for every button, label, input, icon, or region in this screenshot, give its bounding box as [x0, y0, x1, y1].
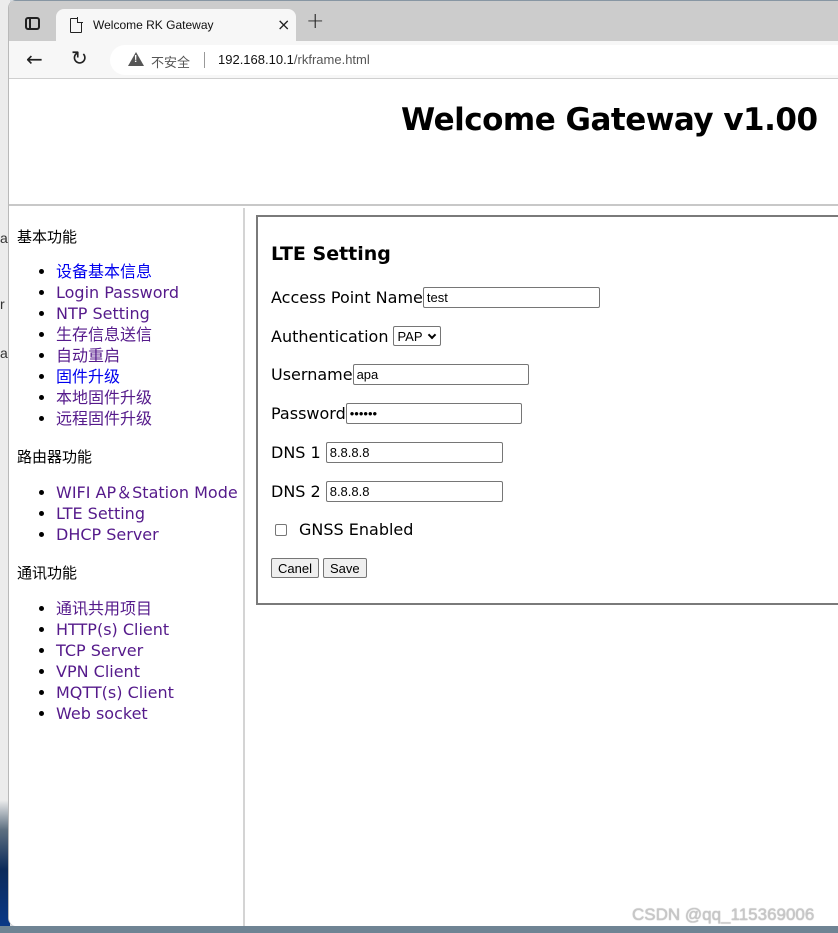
username-row: Username: [271, 364, 529, 385]
sidebar-item-heartbeat[interactable]: 生存信息送信: [56, 325, 152, 344]
password-label: Password: [271, 404, 346, 423]
taskbar-strip: [0, 926, 838, 933]
list-item: 远程固件升级: [56, 408, 179, 429]
watermark: CSDN @qq_115369006: [632, 905, 815, 924]
address-bar[interactable]: 不安全 192.168.10.1/rkframe.html: [110, 45, 838, 75]
browser-toolbar: ← ↻ 不安全 192.168.10.1/rkframe.html: [9, 41, 838, 79]
sidebar-frame: 基本功能 设备基本信息 Login Password NTP Setting 生…: [9, 208, 245, 926]
background-window-fragment: a: [0, 230, 8, 246]
form-title: LTE Setting: [271, 243, 391, 265]
list-item: NTP Setting: [56, 303, 179, 324]
sidebar-item-auto-reboot[interactable]: 自动重启: [56, 346, 120, 365]
chevron-down-icon: [427, 330, 436, 339]
url-host: 192.168.10.1: [218, 52, 294, 67]
page-title: Welcome Gateway v1.00: [401, 102, 818, 138]
password-row: Password: [271, 403, 522, 424]
warning-icon[interactable]: [128, 52, 144, 66]
gnss-checkbox[interactable]: [275, 523, 287, 536]
sidebar-item-vpn-client[interactable]: VPN Client: [56, 662, 140, 681]
auth-label: Authentication: [271, 326, 389, 346]
reload-icon[interactable]: ↻: [71, 46, 88, 70]
sidebar-item-dhcp-server[interactable]: DHCP Server: [56, 525, 159, 544]
username-label: Username: [271, 365, 353, 384]
sidebar-item-firmware-upgrade[interactable]: 固件升级: [56, 367, 120, 386]
tab-actions-icon[interactable]: [25, 17, 40, 30]
sidebar-item-http-client[interactable]: HTTP(s) Client: [56, 620, 169, 639]
gnss-row: GNSS Enabled: [271, 520, 413, 539]
sidebar-item-web-socket[interactable]: Web socket: [56, 704, 148, 723]
list-item: WIFI AP＆Station Mode: [56, 482, 238, 503]
background-window-fragment: a: [0, 345, 8, 361]
background-window-fragment: r: [0, 296, 5, 312]
tab-active[interactable]: Welcome RK Gateway ×: [56, 9, 296, 42]
list-item: TCP Server: [56, 640, 174, 661]
sidebar-list-basic: 设备基本信息 Login Password NTP Setting 生存信息送信…: [9, 261, 179, 429]
apn-input[interactable]: [422, 287, 600, 308]
apn-label: Access Point Name: [271, 288, 423, 307]
auth-selected-value: PAP: [397, 328, 423, 344]
sidebar-item-local-firmware[interactable]: 本地固件升级: [56, 388, 152, 407]
list-item: VPN Client: [56, 661, 174, 682]
list-item: DHCP Server: [56, 524, 238, 545]
list-item: 设备基本信息: [56, 261, 179, 282]
auth-row: Authentication PAP: [271, 326, 441, 346]
apn-row: Access Point Name: [271, 287, 600, 308]
form-actions: Canel Save: [271, 558, 371, 578]
sidebar-item-ntp-setting[interactable]: NTP Setting: [56, 304, 150, 323]
dns2-row: DNS 2: [271, 481, 503, 502]
sidebar-item-mqtt-client[interactable]: MQTT(s) Client: [56, 683, 174, 702]
auth-select[interactable]: PAP: [393, 326, 441, 346]
sidebar-item-lte-setting[interactable]: LTE Setting: [56, 504, 145, 523]
sidebar-item-login-password[interactable]: Login Password: [56, 283, 179, 302]
list-item: 固件升级: [56, 366, 179, 387]
dns1-input[interactable]: [325, 442, 503, 463]
sidebar-item-remote-firmware[interactable]: 远程固件升级: [56, 409, 152, 428]
browser-window: Welcome RK Gateway × + ← ↻ 不安全 192.168.1…: [8, 0, 838, 926]
sidebar-list-router: WIFI AP＆Station Mode LTE Setting DHCP Se…: [9, 482, 238, 545]
sidebar-item-wifi[interactable]: WIFI AP＆Station Mode: [56, 483, 238, 502]
list-item: 本地固件升级: [56, 387, 179, 408]
sidebar-item-tcp-server[interactable]: TCP Server: [56, 641, 143, 660]
dns1-label: DNS 1: [271, 443, 321, 462]
sidebar-heading-basic: 基本功能: [17, 228, 78, 246]
tab-title: Welcome RK Gateway: [93, 18, 214, 32]
dns1-row: DNS 1: [271, 442, 503, 463]
list-item: 生存信息送信: [56, 324, 179, 345]
username-input[interactable]: [352, 364, 529, 385]
dns2-input[interactable]: [325, 481, 503, 502]
dns2-label: DNS 2: [271, 482, 321, 501]
divider: [204, 52, 205, 68]
save-button[interactable]: Save: [322, 558, 367, 578]
sidebar-heading-comm: 通讯功能: [17, 564, 78, 582]
close-icon[interactable]: ×: [277, 15, 290, 34]
list-item: Web socket: [56, 703, 174, 724]
security-label[interactable]: 不安全: [151, 52, 190, 71]
list-item: MQTT(s) Client: [56, 682, 174, 703]
sidebar-heading-router: 路由器功能: [17, 448, 93, 466]
list-item: LTE Setting: [56, 503, 238, 524]
header-frame: Welcome Gateway v1.00: [9, 80, 838, 206]
new-tab-button[interactable]: +: [306, 11, 324, 33]
list-item: 通讯共用项目: [56, 598, 174, 619]
url-text[interactable]: 192.168.10.1/rkframe.html: [218, 52, 370, 67]
list-item: 自动重启: [56, 345, 179, 366]
gnss-label: GNSS Enabled: [299, 520, 414, 539]
sidebar-item-comm-common[interactable]: 通讯共用项目: [56, 599, 152, 618]
page-icon: [70, 17, 83, 33]
url-path: /rkframe.html: [293, 52, 370, 67]
list-item: HTTP(s) Client: [56, 619, 174, 640]
password-input[interactable]: [345, 403, 522, 424]
lte-setting-panel: LTE Setting Access Point Name Authentica…: [256, 215, 838, 605]
tab-strip: Welcome RK Gateway × +: [9, 0, 838, 42]
cancel-button[interactable]: Canel: [271, 558, 319, 578]
list-item: Login Password: [56, 282, 179, 303]
sidebar-item-device-info[interactable]: 设备基本信息: [56, 262, 152, 281]
page-content: Welcome Gateway v1.00 基本功能 设备基本信息 Login …: [9, 80, 838, 926]
sidebar-list-comm: 通讯共用项目 HTTP(s) Client TCP Server VPN Cli…: [9, 598, 174, 724]
back-arrow-icon[interactable]: ←: [26, 47, 43, 71]
